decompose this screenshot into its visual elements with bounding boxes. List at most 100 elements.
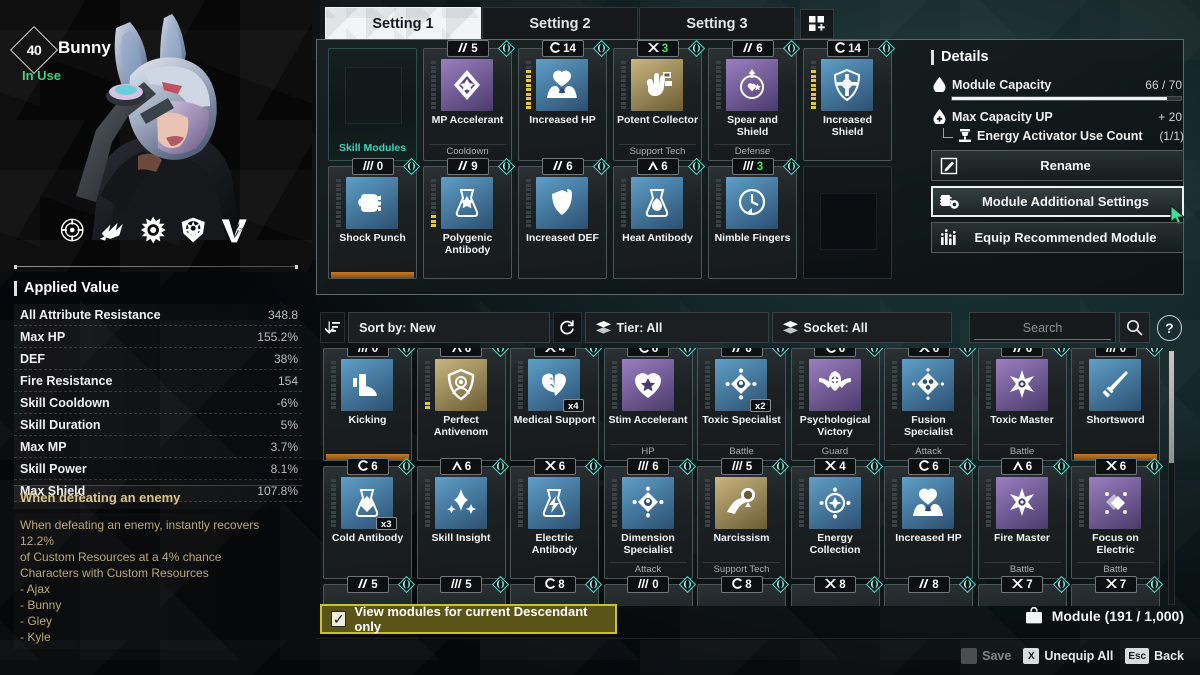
equipped-slot-empty[interactable] <box>803 166 892 279</box>
applied-value-header: Applied Value <box>14 280 302 296</box>
module-card[interactable]: 6 Psychological Victory Guard <box>790 348 883 461</box>
current-descendant-only-checkbox[interactable]: ✓ View modules for current Descendant on… <box>320 604 617 634</box>
module-cost-value: 5 <box>471 42 478 55</box>
module-quantity: x3 <box>376 517 397 530</box>
module-level-bar <box>424 479 430 527</box>
chip-graphic <box>345 67 402 124</box>
module-card[interactable]: 8 <box>790 576 883 606</box>
hint-save[interactable]: Save <box>961 648 1011 664</box>
module-name: Psychological Victory <box>799 414 871 438</box>
module-card[interactable]: 6 Increased DEF <box>518 158 610 279</box>
sort-direction-button[interactable] <box>320 312 346 343</box>
module-card[interactable]: 14 Increased Shield <box>803 40 895 161</box>
socket-rutile-icon <box>451 460 463 474</box>
module-cost-value: 14 <box>848 42 861 55</box>
module-card[interactable]: 3 Nimble Fingers <box>708 158 800 279</box>
module-cost-badge: 6 <box>627 348 669 357</box>
energy-activator-value: (1/1) <box>1159 128 1184 143</box>
module-card[interactable]: 4 Energy Collection <box>790 458 883 579</box>
level-pip <box>621 106 626 109</box>
equip-cell: Skill Modules <box>325 48 420 166</box>
module-card[interactable]: 6 x2 Toxic Specialist Battle <box>697 348 789 461</box>
module-cost-badge: 3 <box>636 40 679 57</box>
module-level-bar <box>985 479 991 527</box>
level-pip <box>611 501 617 505</box>
gamepad-button-icon <box>961 648 978 664</box>
module-card[interactable]: 8 <box>884 576 976 606</box>
stat-value: 3.7% <box>270 439 298 454</box>
search-button[interactable] <box>1118 312 1150 343</box>
module-card[interactable]: 6 Electric Antibody <box>510 458 602 579</box>
details-title: Details <box>941 49 989 65</box>
module-card[interactable]: 6 Toxic Master Battle <box>977 348 1070 461</box>
level-pip <box>526 65 531 69</box>
module-card[interactable]: 9 Polygenic Antibody <box>423 158 515 279</box>
tab-setting-3[interactable]: Setting 3 <box>639 7 795 39</box>
inventory-scrollbar[interactable] <box>1168 350 1175 605</box>
module-card[interactable]: 7 <box>977 576 1070 606</box>
sort-by-dropdown[interactable]: Sort by: New <box>348 312 550 343</box>
module-card[interactable]: 8 <box>510 576 602 606</box>
module-additional-settings-button[interactable]: Module Additional Settings <box>931 186 1186 226</box>
module-card[interactable]: 6 Spear and Shield Defense <box>708 40 800 161</box>
tier-filter-dropdown[interactable]: Tier: All <box>584 312 769 343</box>
module-card[interactable]: 3 Potent Collector Support Tech <box>613 40 705 161</box>
search-input[interactable]: Search <box>969 312 1116 343</box>
tree-elbow-icon <box>943 127 953 138</box>
level-pip <box>526 183 531 187</box>
module-name: Toxic Specialist <box>702 414 781 426</box>
module-card[interactable]: 8 <box>697 576 789 606</box>
module-card[interactable]: 5 <box>323 576 415 606</box>
tier-transcendent-icon <box>398 458 415 475</box>
pencil-note-icon <box>932 157 966 175</box>
module-card[interactable]: 0 Shock Punch <box>328 158 420 279</box>
socket-filter-dropdown[interactable]: Socket: All <box>771 312 952 343</box>
stat-label: Max HP <box>20 329 66 344</box>
module-card[interactable]: 0 Kicking <box>323 348 415 461</box>
level-pip <box>621 188 626 191</box>
module-card[interactable]: 6 Focus on Electric Battle <box>1071 458 1163 579</box>
tab-setting-1[interactable]: Setting 1 <box>325 7 481 39</box>
inventory-scrollbar-thumb[interactable] <box>1169 351 1174 463</box>
module-inventory[interactable]: 0 Kicking 6 Perfect Antivenom 4 x4 Medical Sup… <box>320 348 1164 606</box>
hint-unequip-all[interactable]: X Unequip All <box>1023 648 1113 664</box>
hint-back[interactable]: Esc Back <box>1125 648 1184 664</box>
module-card[interactable]: 6 Dimension Specialist Attack <box>603 458 696 579</box>
module-card[interactable]: 7 <box>1071 576 1163 606</box>
inventory-cell: 6 Electric Antibody <box>507 458 602 584</box>
module-card[interactable]: 4 x4 Medical Support <box>510 348 602 461</box>
equip-recommended-module-button[interactable]: Equip Recommended Module <box>931 222 1184 253</box>
module-card[interactable]: 6 Perfect Antivenom <box>416 348 509 461</box>
module-card[interactable]: 0 <box>603 576 696 606</box>
module-card[interactable]: 6 Heat Antibody <box>613 158 705 279</box>
module-cost-value: 6 <box>932 348 940 355</box>
socket-malachite-icon <box>637 460 650 474</box>
module-card[interactable]: 6 x3 Cold Antibody <box>323 458 415 579</box>
module-card[interactable]: 0 Shortsword <box>1071 348 1163 461</box>
module-card[interactable]: 5 <box>416 576 509 606</box>
module-card[interactable]: 14 Increased HP <box>518 40 610 161</box>
level-pip <box>526 106 531 109</box>
level-pip <box>892 524 897 527</box>
add-setting-button[interactable] <box>800 9 834 39</box>
refresh-button[interactable] <box>552 312 582 343</box>
equipped-slot-skill-modules[interactable]: Skill Modules <box>328 48 417 161</box>
socket-almandine-icon <box>731 577 743 592</box>
module-card[interactable]: 5 Narcissism Support Tech <box>697 458 789 579</box>
level-pip <box>716 224 721 227</box>
level-pip <box>716 210 721 214</box>
module-card[interactable]: 6 Increased HP <box>884 458 976 579</box>
level-pip <box>611 506 617 509</box>
module-card[interactable]: 6 Stim Accelerant HP <box>603 348 696 461</box>
help-button[interactable]: ? <box>1156 314 1182 341</box>
module-card[interactable]: 5 MP Accelerant Cooldown <box>423 40 515 161</box>
module-card[interactable]: 6 Fire Master Battle <box>977 458 1070 579</box>
module-cost-badge: 6 <box>627 458 669 475</box>
module-cost-badge: 6 <box>1094 458 1137 475</box>
level-pip <box>526 92 531 96</box>
module-card[interactable]: 6 Skill Insight <box>416 458 509 579</box>
tab-setting-2[interactable]: Setting 2 <box>482 7 638 39</box>
module-card[interactable]: 6 Fusion Specialist Attack <box>884 348 976 461</box>
rename-button[interactable]: Rename <box>931 150 1184 181</box>
level-pip <box>716 192 721 196</box>
